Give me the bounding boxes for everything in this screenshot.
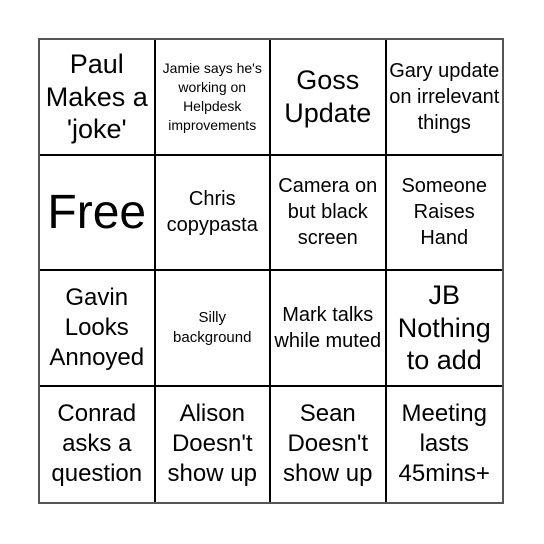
bingo-cell[interactable]: Someone Raises Hand — [386, 156, 502, 271]
bingo-cell[interactable]: Conrad asks a question — [40, 386, 156, 502]
bingo-cell[interactable]: Alison Doesn't show up — [156, 386, 271, 502]
bingo-cell[interactable]: Meeting lasts 45mins+ — [387, 387, 503, 503]
bingo-cell-label: Gary update on irrelevant things — [389, 59, 500, 134]
bingo-cell[interactable]: Paul Makes a 'joke' — [40, 40, 156, 156]
bingo-cell[interactable]: Goss Update — [271, 40, 387, 156]
bingo-cell[interactable]: Sean Doesn't show up — [271, 386, 387, 502]
bingo-cell-label: Conrad asks a question — [51, 400, 143, 488]
bingo-cell[interactable]: Chris copypasta — [155, 155, 271, 271]
bingo-cell-label: Jamie says he's working on Helpdesk impr… — [162, 59, 262, 133]
bingo-cell-free[interactable]: Free — [40, 155, 156, 271]
bingo-cell[interactable]: Gary update on irrelevant things — [386, 40, 502, 156]
bingo-cell-label: Sean Doesn't show up — [283, 400, 373, 488]
bingo-card: Paul Makes a 'joke' Jamie says he's worki… — [38, 38, 504, 504]
bingo-cell-label: Alison Doesn't show up — [167, 400, 257, 488]
bingo-cell[interactable]: Silly background — [155, 271, 271, 387]
bingo-cell-label: Silly background — [173, 309, 252, 346]
bingo-cell[interactable]: Camera on but black screen — [271, 155, 387, 271]
bingo-cell-label: Gavin Looks Annoyed — [49, 283, 145, 371]
bingo-cell-label: Mark talks while muted — [274, 303, 382, 352]
bingo-cell-label: Someone Raises Hand — [401, 175, 488, 250]
bingo-cell-label: Camera on but black screen — [278, 175, 378, 250]
bingo-cell-label: JB Nothing to add — [397, 280, 491, 375]
bingo-cell[interactable]: Jamie says he's working on Helpdesk impr… — [155, 40, 271, 156]
bingo-cell[interactable]: JB Nothing to add — [386, 271, 502, 387]
bingo-cell[interactable]: Mark talks while muted — [271, 271, 387, 387]
bingo-cell-label: Goss Update — [284, 65, 372, 128]
bingo-cell-label: Paul Makes a 'joke' — [45, 49, 148, 144]
bingo-cell-label: Chris copypasta — [166, 188, 258, 237]
bingo-cell-label: Free — [47, 185, 147, 239]
bingo-cell[interactable]: Gavin Looks Annoyed — [40, 271, 156, 387]
bingo-cell-label: Meeting lasts 45mins+ — [398, 400, 490, 488]
